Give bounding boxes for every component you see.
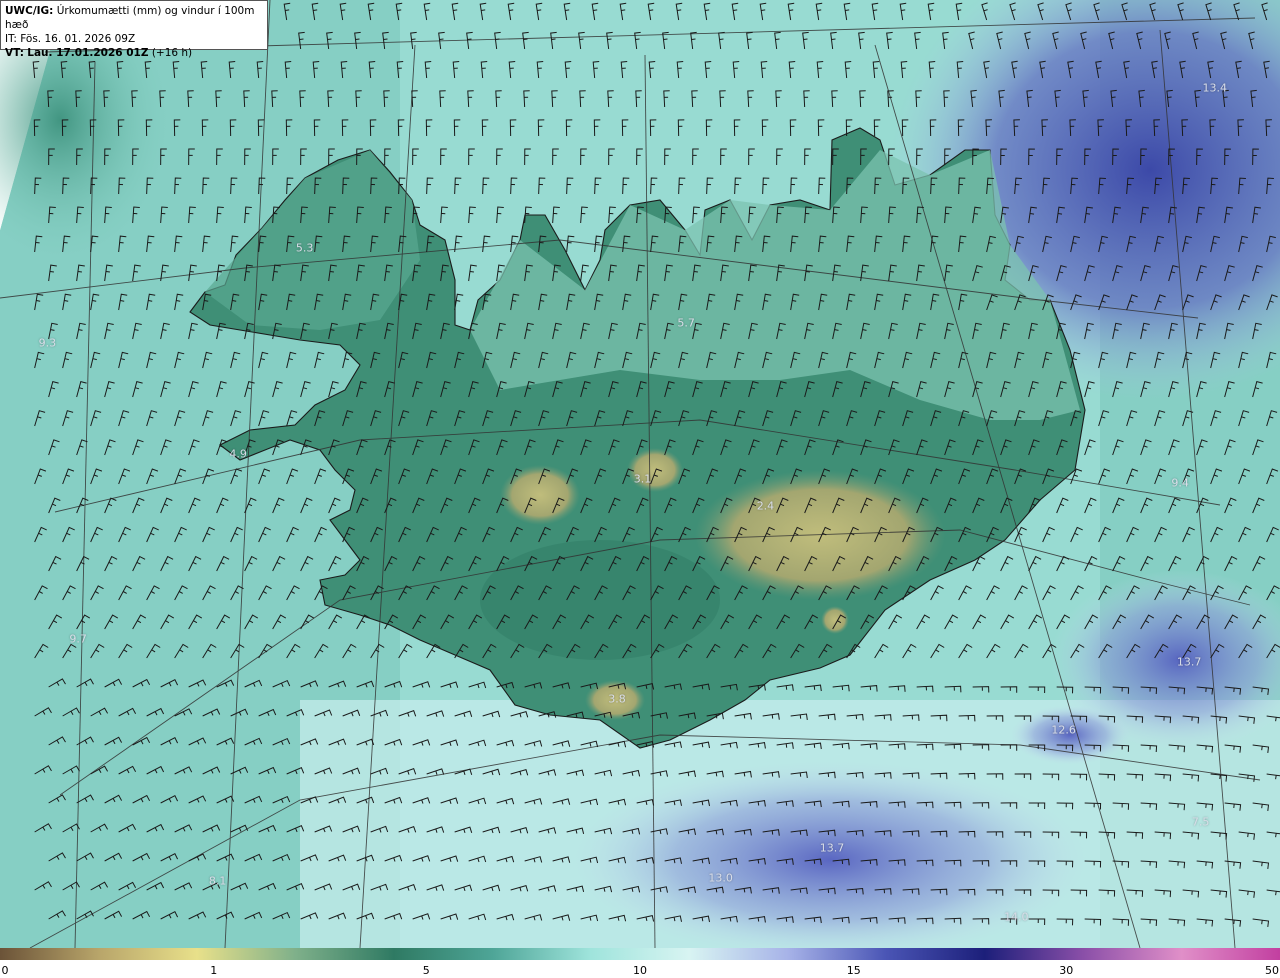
langjokull (500, 465, 580, 525)
precip-value-label: 7.5 (1191, 815, 1210, 829)
valid-time: Lau. 17.01.2026 01Z (27, 47, 149, 59)
darker-lowlands (480, 540, 720, 660)
colorbar-tick-label: 50 (1265, 964, 1279, 977)
precip-value-label: 13.7 (819, 841, 845, 854)
precip-value-label: 5.3 (295, 241, 314, 255)
precip-value-label: 13.4 (1202, 81, 1227, 95)
colorbar-tick-label: 15 (846, 964, 861, 977)
colorbar-tick-label: 0 (1, 964, 9, 977)
precip-value-label: 3.1 (633, 472, 652, 486)
precip-value-label: 3.8 (608, 692, 626, 706)
colorbar-tick-label: 10 (633, 964, 647, 977)
valid-prefix: VT: (5, 47, 24, 59)
precip-value-label: 9.4 (1171, 476, 1189, 490)
lead-time: (+16 h) (151, 47, 193, 59)
precip-value-label: 9.7 (69, 632, 87, 646)
colorbar: 0 1 5 10 15 30 50 (0, 948, 1280, 978)
precip-value-label: 14.0 (1004, 910, 1029, 924)
colorbar-tick-label: 5 (422, 964, 430, 977)
colorbar-tick-label: 1 (210, 964, 218, 977)
model-name: UWC/IG: (5, 5, 54, 17)
precip-value-label: 4.9 (229, 447, 247, 461)
precip-value-label: 5.7 (677, 316, 695, 330)
oraefajokull (821, 606, 849, 634)
colorbar-strip (0, 948, 1280, 960)
colorbar-tick-label: 30 (1059, 964, 1074, 977)
forecast-map: UWC/IG: Úrkomumætti (mm) og vindur í 100… (0, 0, 1280, 948)
precip-value-label: 8.1 (208, 874, 227, 888)
precip-value-label: 13.7 (1176, 655, 1202, 669)
title-line-valid: VT: Lau. 17.01.2026 01Z (+16 h) (5, 46, 263, 60)
title-line-product: UWC/IG: Úrkomumætti (mm) og vindur í 100… (5, 4, 263, 32)
precip-value-label: 2.4 (756, 499, 775, 513)
hofsjokull (627, 448, 683, 492)
precip-value-label: 13.0 (708, 871, 733, 885)
precip-value-label: 9.3 (38, 336, 57, 350)
issue-time: IT: Fös. 16. 01. 2026 09Z (5, 33, 136, 45)
precip-value-label: 12.6 (1051, 723, 1076, 737)
title-box: UWC/IG: Úrkomumætti (mm) og vindur í 100… (0, 0, 268, 59)
